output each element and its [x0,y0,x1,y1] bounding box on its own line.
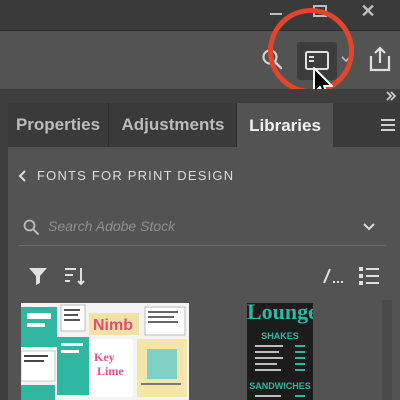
search-divider [19,245,386,246]
tab-properties[interactable]: Properties [8,103,109,147]
tab-label: Adjustments [121,115,225,134]
tab-label: Libraries [249,115,321,135]
panel-collapse-strip [0,89,400,103]
svg-text:Key: Key [94,350,115,364]
grid-view-icon[interactable] [322,267,344,285]
minimize-icon [270,13,282,15]
tab-label: Properties [15,115,101,134]
highlight-ring [268,8,354,94]
panel-menu-icon[interactable] [380,118,396,132]
close-icon: ✕ [360,0,376,21]
panel-scrollbar[interactable] [382,300,392,400]
tab-adjustments[interactable]: Adjustments [110,103,237,147]
collapse-panels-icon[interactable] [384,89,398,103]
chevron-down-icon[interactable] [362,220,376,232]
thumb2-section-sandwiches: SANDWICHES [249,381,311,391]
share-icon [369,46,391,72]
close-button[interactable]: ✕ [348,0,388,22]
svg-text:Lime: Lime [97,364,124,378]
share-button[interactable] [366,44,394,74]
library-thumbnail[interactable]: Nimb Key Lime [21,303,189,400]
library-thumbnail[interactable]: Lounge SHAKES SANDWICHES [247,303,313,400]
filter-icon[interactable] [27,265,49,287]
list-view-icon[interactable] [358,265,380,287]
search-icon [22,218,40,236]
back-chevron-icon[interactable] [17,168,29,184]
stock-search-input[interactable] [48,214,348,238]
tab-libraries[interactable]: Libraries [237,103,333,148]
library-name[interactable]: FONTS FOR PRINT DESIGN [37,168,234,184]
typography-collage-image: Nimb Key Lime [21,303,189,400]
thumb1-title: Nimb [93,317,133,334]
left-gutter [0,103,8,400]
sort-icon[interactable] [63,264,87,288]
